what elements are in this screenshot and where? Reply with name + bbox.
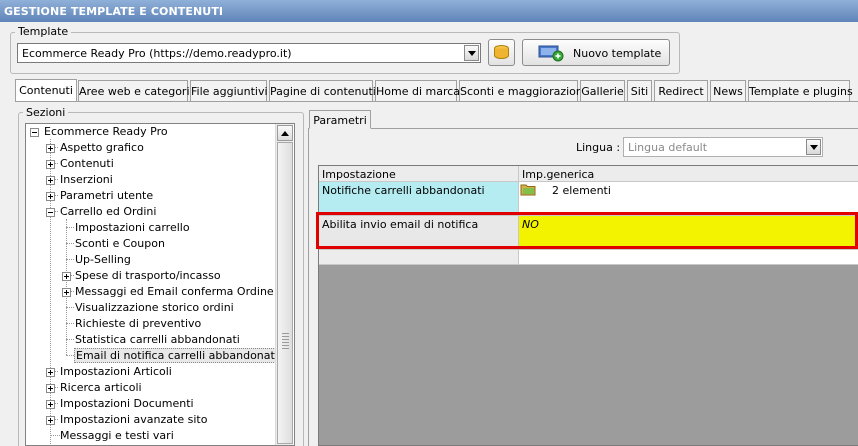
setting-cell[interactable]: Notifiche carrelli abbandonati [319, 182, 519, 216]
collapse-icon[interactable] [30, 128, 39, 137]
template-group-label: Template [15, 25, 72, 38]
sections-group-label: Sezioni [23, 106, 69, 119]
tree-node-email-notifica[interactable]: Email di notifica carrelli abbandonati [74, 348, 280, 365]
expand-icon[interactable] [46, 192, 55, 201]
tree-node-richieste-preventivo[interactable]: Richieste di preventivo [75, 317, 201, 333]
tab-pagine-contenuti[interactable]: Pagine di contenuti [269, 80, 376, 101]
expand-icon[interactable] [62, 288, 71, 297]
new-template-label: Nuovo template [573, 47, 662, 60]
tab-divider [15, 101, 858, 102]
tree-scrollbar[interactable] [275, 124, 293, 445]
open-template-button[interactable] [488, 39, 515, 66]
template-select-value: Ecommerce Ready Pro (https://demo.readyp… [22, 47, 292, 60]
tab-sconti[interactable]: Sconti e maggiorazioni [459, 80, 586, 101]
params-grid: Impostazione Imp.generica Notifiche carr… [318, 165, 858, 446]
empty-value-cell[interactable] [519, 250, 858, 265]
expand-icon[interactable] [46, 160, 55, 169]
scroll-up-icon[interactable] [277, 125, 293, 141]
value-cell[interactable]: 2 elementi [519, 182, 858, 216]
column-header-value[interactable]: Imp.generica [519, 166, 858, 182]
tree-node-up-selling[interactable]: Up-Selling [75, 253, 131, 269]
expand-icon[interactable] [46, 368, 55, 377]
tab-siti[interactable]: Siti [627, 80, 652, 101]
tree-node-statistica-carrelli[interactable]: Statistica carrelli abbandonati [75, 333, 240, 349]
tab-file-aggiuntivi[interactable]: File aggiuntivi [190, 80, 268, 101]
tab-template-plugins[interactable]: Template e plugins [748, 80, 853, 101]
tab-aree-web[interactable]: Aree web e categorie [78, 80, 196, 101]
expand-icon[interactable] [46, 176, 55, 185]
chevron-down-icon[interactable] [464, 45, 479, 61]
column-header-setting[interactable]: Impostazione [319, 166, 519, 182]
tab-news[interactable]: News [710, 80, 746, 101]
language-select-value: Lingua default [628, 141, 708, 154]
expand-icon[interactable] [46, 416, 55, 425]
tab-contenuti[interactable]: Contenuti [15, 79, 77, 102]
window-title: GESTIONE TEMPLATE E CONTENUTI [0, 0, 858, 22]
expand-icon[interactable] [46, 144, 55, 153]
tab-home-di-marca[interactable]: Home di marca [375, 80, 460, 101]
tab-gallerie[interactable]: Gallerie [580, 80, 625, 101]
tab-redirect[interactable]: Redirect [654, 80, 708, 101]
expand-icon[interactable] [46, 400, 55, 409]
expand-icon[interactable] [62, 272, 71, 281]
language-label: Lingua : [576, 141, 621, 154]
scroll-thumb[interactable] [277, 142, 293, 444]
add-monitor-icon [538, 45, 564, 62]
tree-node-sconti-coupon[interactable]: Sconti e Coupon [75, 237, 165, 253]
new-template-button[interactable]: Nuovo template [522, 39, 670, 66]
tree-node-storico-ordini[interactable]: Visualizzazione storico ordini [75, 301, 234, 317]
highlight-box [316, 212, 858, 249]
empty-setting-cell[interactable] [319, 250, 519, 265]
folder-icon [520, 184, 536, 196]
sections-tree[interactable]: Ecommerce Ready Pro Aspetto grafico Cont… [25, 123, 295, 446]
template-select[interactable]: Ecommerce Ready Pro (https://demo.readyp… [17, 43, 481, 63]
language-select[interactable]: Lingua default [623, 137, 823, 157]
tab-parametri[interactable]: Parametri [309, 110, 371, 129]
database-icon [494, 45, 509, 59]
collapse-icon[interactable] [46, 208, 55, 217]
expand-icon[interactable] [46, 384, 55, 393]
chevron-down-icon[interactable] [806, 139, 821, 155]
tree-node-impostazioni-carrello[interactable]: Impostazioni carrello [75, 221, 190, 237]
tree-node-messaggi-testi[interactable]: Messaggi e testi vari [60, 429, 174, 445]
